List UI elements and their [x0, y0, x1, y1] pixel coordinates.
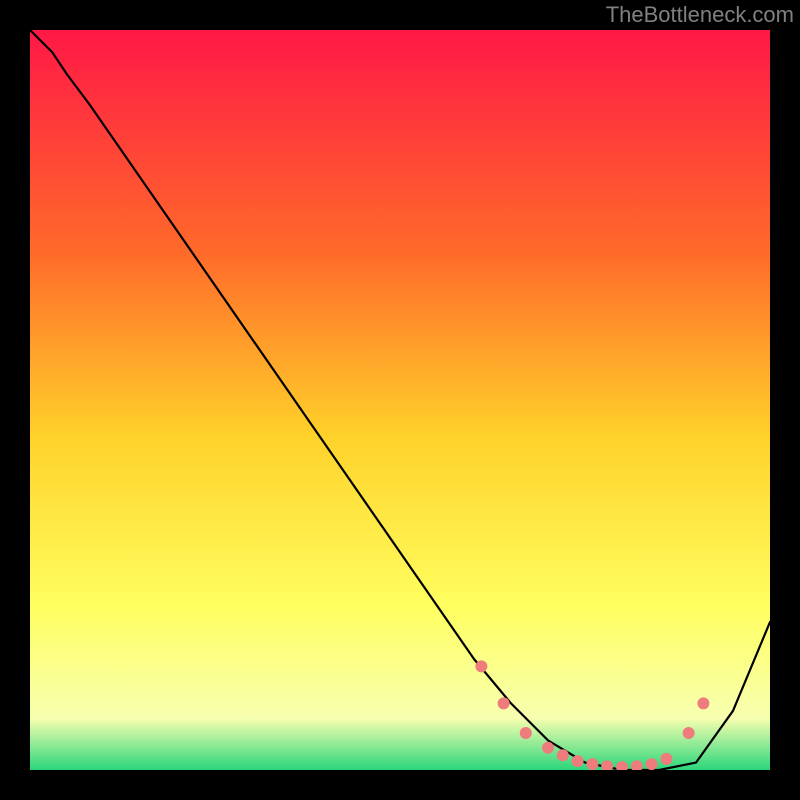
marker-dot: [660, 753, 672, 765]
chart-frame: TheBottleneck.com: [0, 0, 800, 800]
chart-svg: [30, 30, 770, 770]
marker-dot: [520, 727, 532, 739]
marker-dot: [697, 697, 709, 709]
marker-dot: [683, 727, 695, 739]
marker-dot: [586, 758, 598, 770]
marker-dot: [542, 742, 554, 754]
marker-dot: [557, 749, 569, 761]
marker-dot: [572, 755, 584, 767]
marker-dot: [498, 697, 510, 709]
marker-dot: [475, 660, 487, 672]
marker-dot: [646, 758, 658, 770]
plot-area: [30, 30, 770, 770]
watermark-text: TheBottleneck.com: [606, 2, 794, 28]
gradient-background: [30, 30, 770, 770]
